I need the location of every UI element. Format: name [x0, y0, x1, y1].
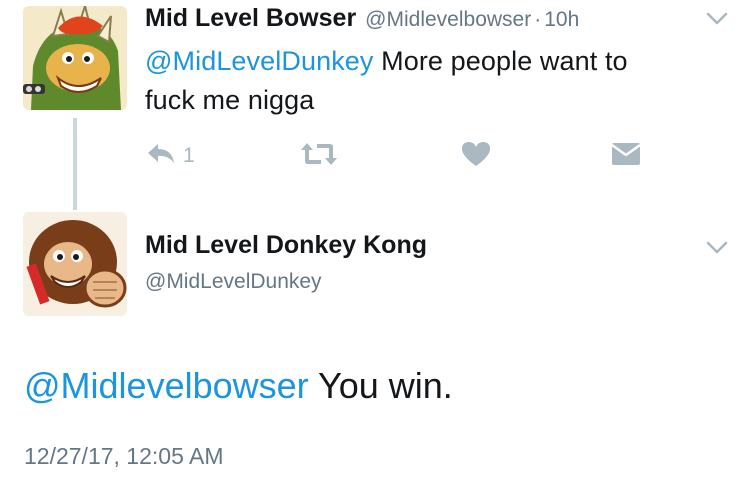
tweet2-author-name[interactable]: Mid Level Donkey Kong	[145, 231, 427, 260]
donkey-kong-avatar[interactable]	[23, 212, 127, 316]
bowser-avatar-image	[23, 6, 127, 110]
envelope-icon	[611, 143, 641, 170]
tweet1-author-handle[interactable]: @Midlevelbowser	[365, 8, 531, 32]
thread-line	[73, 118, 77, 210]
reply-count: 1	[183, 143, 195, 167]
tweet2-mention-link[interactable]: @Midlevelbowser	[24, 365, 309, 406]
tweet1-chevron-down-icon[interactable]	[706, 12, 728, 26]
tweet1-separator-dot: ·	[534, 8, 542, 31]
tweet1-body-line2: fuck me nigga	[145, 85, 315, 115]
donkey-kong-avatar-image	[23, 212, 127, 316]
tweet1-time[interactable]: 10h	[544, 8, 579, 32]
tweet2-chevron-down-icon[interactable]	[706, 241, 728, 255]
tweet1-text-line1: @MidLevelDunkey More people want to	[145, 42, 725, 81]
heart-icon	[461, 142, 491, 171]
tweet1-header: Mid Level Bowser @Midlevelbowser · 10h	[145, 4, 579, 38]
direct-message-button[interactable]	[611, 142, 641, 171]
tweet1-body-part1: More people want to	[373, 46, 628, 76]
tweet2-body: You win.	[308, 365, 453, 406]
tweet2-timestamp[interactable]: 12/27/17, 12:05 AM	[24, 443, 224, 470]
retweet-button[interactable]	[299, 141, 339, 172]
reply-button[interactable]: 1	[146, 141, 195, 170]
tweet1-mention-link[interactable]: @MidLevelDunkey	[145, 46, 374, 76]
tweet1-text: @MidLevelDunkey More people want to fuck…	[145, 42, 725, 120]
bowser-avatar[interactable]	[23, 6, 127, 110]
reply-icon	[146, 141, 176, 170]
tweet2-text: @Midlevelbowser You win.	[24, 363, 453, 409]
like-button[interactable]	[461, 141, 491, 172]
retweet-icon	[299, 143, 339, 171]
tweet1-author-name[interactable]: Mid Level Bowser	[145, 4, 356, 33]
tweet2-author-handle[interactable]: @MidLevelDunkey	[145, 270, 322, 294]
